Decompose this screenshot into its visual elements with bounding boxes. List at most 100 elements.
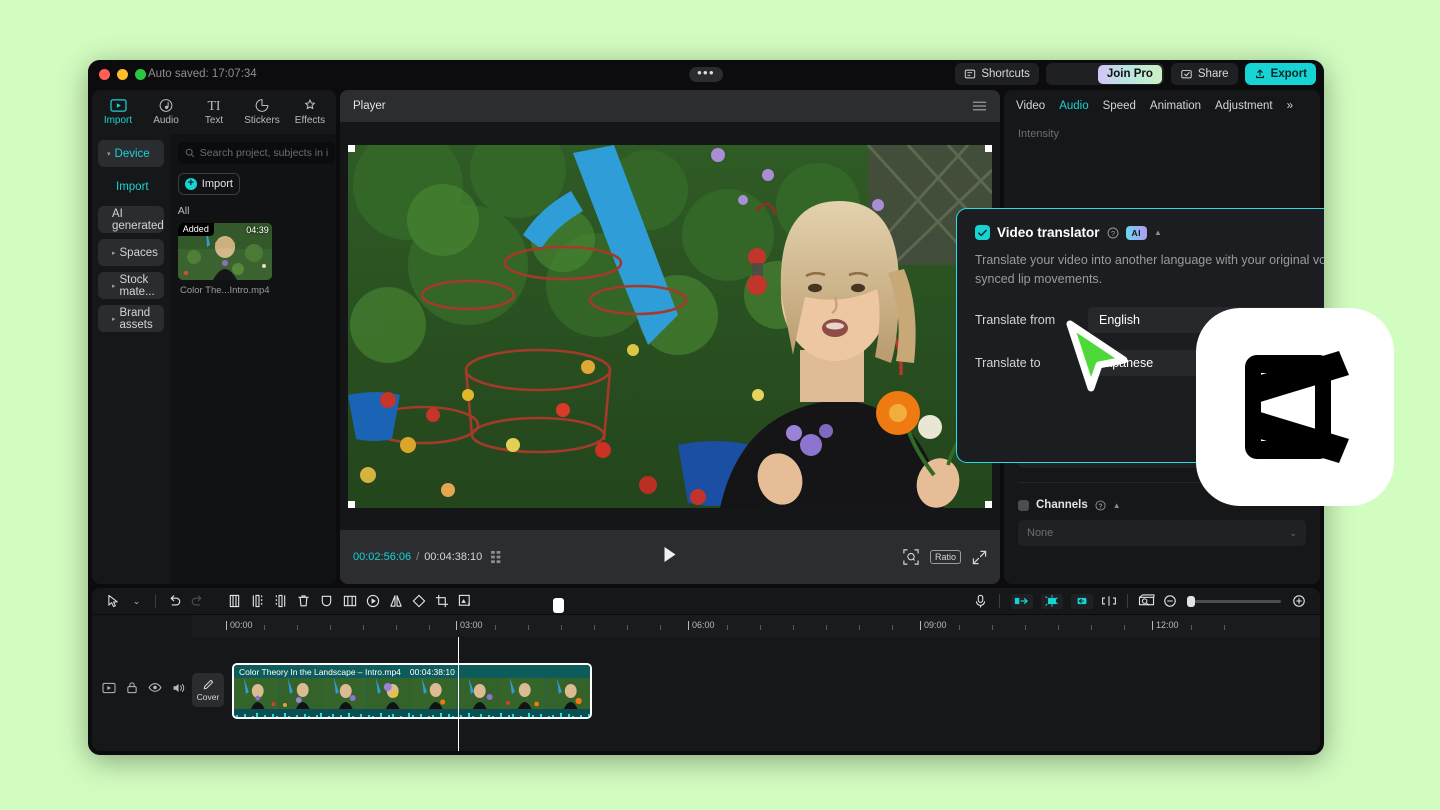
window-traffic-lights[interactable] [99, 69, 146, 80]
eye-icon[interactable] [148, 682, 162, 693]
rotate-button[interactable] [407, 591, 430, 611]
svg-text:?: ? [1110, 228, 1114, 237]
title-bar: Auto saved: 17:07:34 ••• Shortcuts Join … [88, 60, 1324, 88]
chevron-up-icon[interactable]: ▲ [1113, 501, 1121, 510]
freeze-button[interactable] [338, 591, 361, 611]
window-more-button[interactable]: ••• [689, 67, 723, 82]
speed-button[interactable] [361, 591, 384, 611]
nav-item-spaces[interactable]: ▸ Spaces [98, 239, 164, 266]
snap-left-button[interactable] [1011, 594, 1033, 609]
crop-handle-top-right[interactable] [985, 145, 992, 152]
tab-speed[interactable]: Speed [1103, 100, 1136, 112]
chevron-down-icon: ⌄ [1289, 528, 1297, 539]
record-voiceover-button[interactable] [969, 591, 992, 611]
shortcuts-button[interactable]: Shortcuts [955, 63, 1039, 85]
link-clips-button[interactable] [1097, 591, 1120, 611]
channels-select[interactable]: None ⌄ [1018, 520, 1306, 546]
tab-animation[interactable]: Animation [1150, 100, 1201, 112]
tab-import[interactable]: Import [94, 98, 142, 126]
lock-icon[interactable] [126, 681, 138, 694]
export-button[interactable]: Export [1245, 63, 1316, 85]
crop-handle-bottom-right[interactable] [985, 501, 992, 508]
tab-effects[interactable]: Effects [286, 98, 334, 126]
tab-video[interactable]: Video [1016, 100, 1045, 112]
nav-item-stock-materials[interactable]: ▸ Stock mate... [98, 272, 164, 299]
media-item-name: Color The...Intro.mp4 [178, 285, 272, 296]
join-pro-button[interactable]: Join Pro [1098, 65, 1162, 84]
select-tool-dropdown[interactable]: ⌄ [125, 591, 148, 611]
channels-checkbox[interactable] [1018, 500, 1029, 511]
video-translator-checkbox[interactable] [975, 225, 990, 240]
zoom-preview-icon[interactable] [903, 549, 919, 565]
video-preview[interactable] [348, 145, 992, 508]
preview-render-button[interactable] [1135, 591, 1158, 611]
media-import-button[interactable]: + Import [178, 173, 240, 195]
join-pro-container[interactable]: Join Pro [1046, 63, 1164, 85]
nav-item-ai-generated[interactable]: AI generated [98, 206, 164, 233]
player-panel: Player [340, 90, 1000, 584]
clip-name: Color Theory In the Landscape – Intro.mp… [239, 667, 401, 677]
timeline-ruler[interactable]: 00:00 03:00 06:00 09:00 12:00 [192, 615, 1320, 637]
tab-text-label: Text [205, 115, 223, 126]
select-icon [107, 594, 120, 608]
minimize-window-button[interactable] [117, 69, 128, 80]
cover-button[interactable]: Cover [192, 673, 224, 707]
filmstrip-frame [457, 678, 502, 709]
player-menu-icon[interactable] [972, 100, 987, 112]
chevron-down-icon: ⌄ [133, 596, 141, 607]
zoom-slider-knob[interactable] [1187, 596, 1195, 607]
ratio-button[interactable]: Ratio [930, 550, 961, 564]
timeline-zoom-slider[interactable] [1187, 600, 1281, 603]
tab-audio[interactable]: Audio [1059, 100, 1088, 112]
zoom-out-button[interactable] [1158, 591, 1181, 611]
media-item[interactable]: Added 04:39 Color The...Intro.mp4 [178, 223, 272, 296]
tab-text[interactable]: TI Text [190, 98, 238, 126]
play-button[interactable] [663, 546, 678, 568]
timeline-clip[interactable]: Color Theory In the Landscape – Intro.mp… [232, 663, 592, 719]
text-icon: TI [203, 98, 225, 113]
media-duration-badge: 04:39 [246, 225, 269, 235]
help-icon[interactable]: ? [1107, 227, 1119, 239]
frames-icon[interactable] [491, 551, 506, 564]
tab-adjustment[interactable]: Adjustment [1215, 100, 1273, 112]
mask-button[interactable] [315, 591, 338, 611]
close-window-button[interactable] [99, 69, 110, 80]
media-thumbnail[interactable]: Added 04:39 [178, 223, 272, 280]
nav-item-import[interactable]: Import [98, 173, 164, 200]
trim-right-button[interactable] [269, 591, 292, 611]
snap-right-button[interactable] [1071, 594, 1093, 609]
crop-button[interactable] [430, 591, 453, 611]
capcut-logo-icon [1231, 347, 1359, 467]
playhead-handle[interactable] [553, 598, 564, 613]
chevron-up-icon[interactable]: ▲ [1154, 228, 1162, 237]
select-tool-button[interactable] [102, 591, 125, 611]
volume-icon[interactable] [172, 682, 186, 694]
mirror-button[interactable] [384, 591, 407, 611]
delete-button[interactable] [292, 591, 315, 611]
audio-icon [158, 98, 174, 113]
share-button[interactable]: Share [1171, 63, 1238, 85]
crop-handle-top-left[interactable] [348, 145, 355, 152]
trim-left-button[interactable] [246, 591, 269, 611]
media-search-box[interactable]: Search project, subjects in i [178, 142, 335, 164]
split-button[interactable] [223, 591, 246, 611]
media-filter-all[interactable]: All [178, 205, 335, 217]
nav-item-brand-assets[interactable]: ▸ Brand assets [98, 305, 164, 332]
remove-background-button[interactable] [453, 591, 476, 611]
tabs-overflow-button[interactable]: » [1287, 100, 1293, 112]
player-stage[interactable] [340, 122, 1000, 530]
undo-button[interactable] [163, 591, 186, 611]
crop-handle-bottom-left[interactable] [348, 501, 355, 508]
nav-item-ai-generated-label: AI generated [112, 208, 164, 232]
redo-button[interactable] [186, 591, 209, 611]
track-icon[interactable] [102, 682, 116, 694]
zoom-in-button[interactable] [1287, 591, 1310, 611]
snap-center-button[interactable] [1041, 594, 1063, 609]
tab-stickers[interactable]: Stickers [238, 98, 286, 126]
fullscreen-icon[interactable] [972, 550, 987, 565]
tab-audio[interactable]: Audio [142, 98, 190, 126]
nav-item-device[interactable]: ▾ Device [98, 140, 164, 167]
maximize-window-button[interactable] [135, 69, 146, 80]
timeline-playhead[interactable] [458, 637, 459, 751]
help-icon[interactable]: ? [1095, 500, 1106, 511]
